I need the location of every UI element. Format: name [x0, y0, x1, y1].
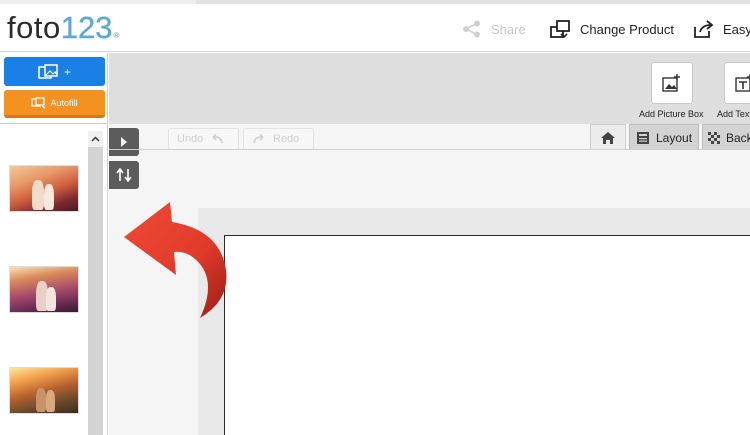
- checkerboard-icon: [708, 131, 720, 144]
- logo-word: foto: [7, 10, 61, 45]
- share-label: Share: [491, 21, 526, 37]
- undo-button[interactable]: Undo: [168, 128, 239, 150]
- add-text-label: Add Text: [717, 109, 750, 119]
- autofill-label: Autofill: [50, 97, 78, 108]
- photo-thumbnail[interactable]: [9, 367, 79, 414]
- tab-layout-label: Layout: [656, 130, 693, 145]
- play-icon: [121, 137, 127, 147]
- autofill-button[interactable]: Autofill: [4, 90, 105, 118]
- tab-divider: [109, 149, 750, 150]
- easy-button[interactable]: Easy: [692, 14, 750, 44]
- add-picture-icon: [662, 74, 680, 92]
- logo-number: 123: [60, 10, 113, 45]
- home-tab[interactable]: [590, 124, 626, 150]
- swap-arrows-icon: [116, 168, 132, 182]
- home-icon: [601, 131, 615, 144]
- change-product-label: Change Product: [580, 21, 674, 37]
- curved-arrow-icon: [124, 202, 227, 318]
- photobook-page[interactable]: [224, 235, 750, 435]
- tab-layout[interactable]: Layout: [629, 124, 699, 150]
- undo-label: Undo: [177, 133, 204, 145]
- layout-icon: [637, 131, 649, 144]
- photo-thumbnail[interactable]: [9, 266, 79, 313]
- app-window: foto 123 ® Share Change Product Easy + A…: [0, 0, 750, 435]
- chevron-up-icon: [91, 136, 100, 142]
- share-button[interactable]: Share: [462, 14, 526, 44]
- toolbar: Add Picture Box Add Text: [109, 53, 750, 124]
- add-text-button[interactable]: [724, 62, 750, 104]
- tab-background[interactable]: Back: [702, 124, 750, 150]
- header-bar: foto 123 ® Share Change Product Easy: [0, 4, 750, 52]
- photo-thumbnail[interactable]: [9, 165, 79, 212]
- logo[interactable]: foto 123 ®: [7, 10, 119, 46]
- add-photos-label: +: [63, 64, 71, 79]
- add-photos-button[interactable]: +: [4, 57, 105, 86]
- photos-icon: [38, 63, 58, 79]
- export-icon: [694, 20, 714, 38]
- add-picture-box-button[interactable]: [651, 62, 693, 104]
- change-product-button[interactable]: Change Product: [549, 14, 674, 44]
- sidebar-scrollbar[interactable]: [88, 131, 103, 435]
- redo-button[interactable]: Redo: [243, 128, 314, 150]
- expand-panel-button[interactable]: [109, 128, 139, 156]
- logo-registered-mark: ®: [113, 31, 120, 40]
- scroll-up-button[interactable]: [88, 131, 103, 147]
- add-text-icon: [735, 74, 750, 92]
- redo-icon: [253, 134, 264, 144]
- share-icon: [463, 20, 480, 38]
- undo-icon: [212, 134, 224, 144]
- redo-label: Redo: [273, 133, 300, 145]
- add-picture-box-label: Add Picture Box: [639, 109, 704, 119]
- tab-background-label: Back: [726, 130, 750, 145]
- sidebar-divider: [0, 123, 108, 124]
- autofill-icon: [31, 96, 46, 109]
- photo-sidebar: + Autofill: [0, 53, 108, 435]
- easy-label: Easy: [723, 21, 750, 37]
- swap-pages-button[interactable]: [109, 161, 139, 189]
- change-product-icon: [550, 20, 570, 39]
